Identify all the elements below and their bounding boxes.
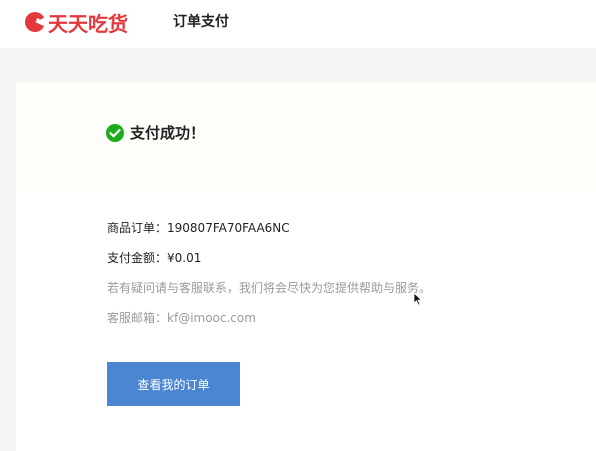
amount-row: 支付金额：¥0.01 xyxy=(107,249,201,266)
view-my-orders-button[interactable]: 查看我的订单 xyxy=(107,362,240,406)
logo-text: 天天吃货 xyxy=(48,11,128,36)
order-id: 190807FA70FAA6NC xyxy=(167,221,290,235)
top-header: 天天吃货 订单支付 xyxy=(0,0,596,48)
amount-value: ¥0.01 xyxy=(167,251,202,265)
email-label: 客服邮箱： xyxy=(107,311,168,325)
order-number-row: 商品订单：190807FA70FAA6NC xyxy=(107,219,290,236)
logo-mark-icon xyxy=(25,12,46,32)
card-top-section xyxy=(16,82,596,192)
order-label: 商品订单： xyxy=(107,221,168,235)
success-text: 支付成功！ xyxy=(130,124,206,142)
amount-label: 支付金额： xyxy=(107,251,168,265)
page-title: 订单支付 xyxy=(173,14,229,30)
support-notice: 若有疑问请与客服联系，我们将会尽快为您提供帮助与服务。 xyxy=(107,281,432,295)
payment-result-card: 支付成功！ 商品订单：190807FA70FAA6NC 支付金额：¥0.01 若… xyxy=(16,82,596,451)
success-check-icon xyxy=(106,123,124,142)
success-heading: 支付成功！ xyxy=(106,122,205,143)
email-value: kf@imooc.com xyxy=(167,311,256,325)
logo[interactable]: 天天吃货 xyxy=(24,6,128,38)
email-row: 客服邮箱：kf@imooc.com xyxy=(107,309,256,326)
mouse-cursor-icon xyxy=(413,292,423,306)
